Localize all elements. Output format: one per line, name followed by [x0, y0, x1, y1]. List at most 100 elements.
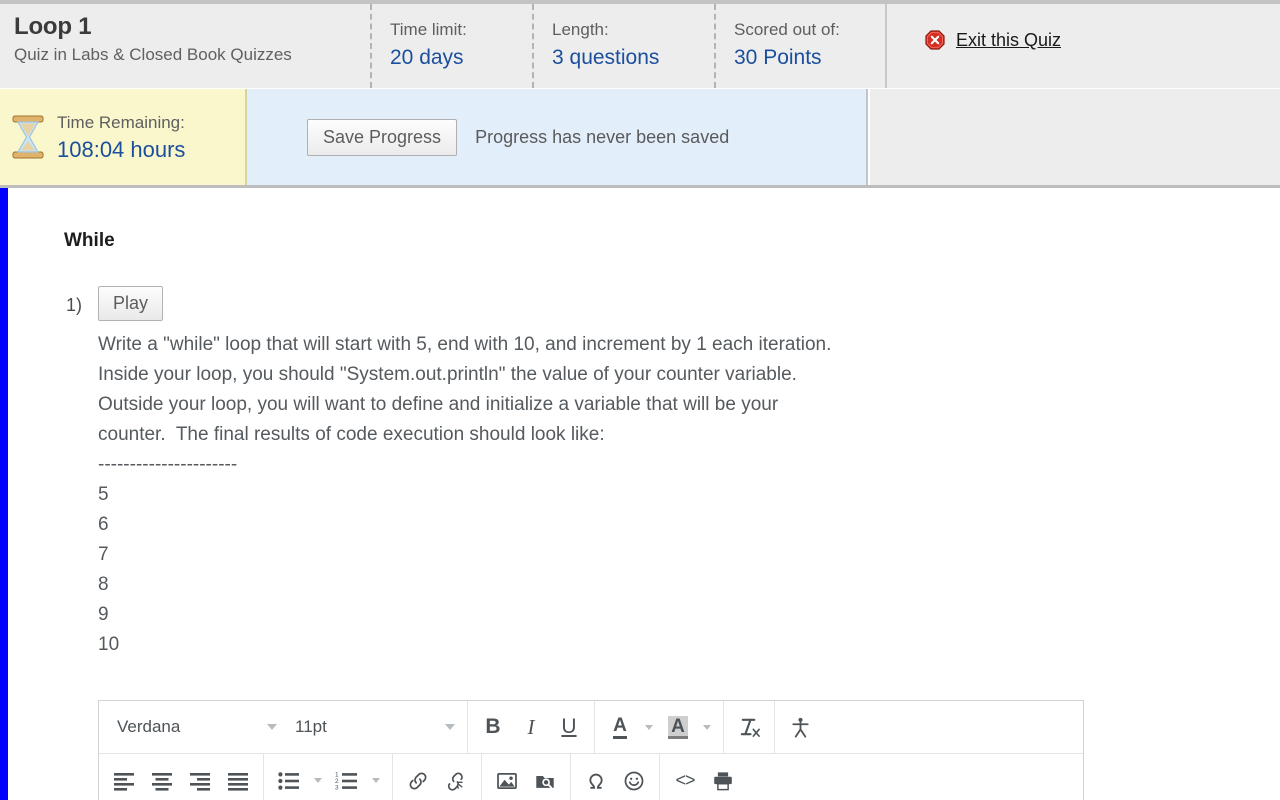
font-size-value: 11pt	[295, 717, 327, 736]
insert-link-button[interactable]	[399, 762, 437, 800]
alignment-group	[99, 754, 263, 800]
print-icon	[712, 770, 734, 792]
accessibility-group	[774, 701, 825, 753]
error-octagon-icon	[925, 30, 945, 50]
text-style-group: B I U	[467, 701, 594, 753]
italic-icon: I	[527, 715, 535, 739]
bulleted-list-button[interactable]	[270, 762, 308, 800]
stat-time-limit: Time limit: 20 days	[370, 4, 532, 88]
question-line: counter. The final results of code execu…	[98, 424, 605, 445]
insert-image-icon	[496, 770, 518, 792]
quiz-identity: Loop 1 Quiz in Labs & Closed Book Quizze…	[0, 4, 370, 88]
bulleted-list-icon	[277, 771, 301, 791]
font-family-select[interactable]: Verdana	[105, 708, 283, 746]
clear-formatting-icon	[738, 716, 761, 739]
align-justify-icon	[226, 771, 250, 791]
quiz-page: Loop 1 Quiz in Labs & Closed Book Quizze…	[0, 0, 1280, 800]
time-remaining-value: 108:04 hours	[57, 136, 186, 162]
underline-button[interactable]: U	[550, 708, 588, 746]
bulleted-list-dropdown[interactable]	[308, 762, 328, 800]
source-code-icon: <>	[675, 770, 695, 790]
highlight-color-button[interactable]: A	[659, 708, 697, 746]
header-filler	[870, 89, 1280, 185]
insert-link-icon	[407, 770, 429, 792]
align-justify-button[interactable]	[219, 762, 257, 800]
stat-length-label: Length:	[552, 20, 609, 39]
expected-output-line: 5	[98, 484, 109, 505]
tools-group: <>	[659, 754, 748, 800]
progress-status-text: Progress has never been saved	[475, 127, 730, 147]
stat-scored-out-of: Scored out of: 30 Points	[714, 4, 885, 88]
expected-output-line: 9	[98, 604, 109, 625]
svg-text:3: 3	[335, 784, 339, 790]
stat-time-limit-label: Time limit:	[390, 20, 467, 39]
font-size-select[interactable]: 11pt	[283, 708, 461, 746]
question-number: 1)	[66, 295, 83, 315]
insert-image-button[interactable]	[488, 762, 526, 800]
question-line: Inside your loop, you should "System.out…	[98, 364, 797, 385]
left-accent-bar	[0, 188, 8, 800]
quiz-context-subtitle: Quiz in Labs & Closed Book Quizzes	[14, 45, 292, 64]
insert-group	[570, 754, 659, 800]
clear-formatting-button[interactable]	[730, 708, 768, 746]
exit-quiz-cell: Exit this Quiz	[885, 4, 1280, 88]
time-remaining-label: Time Remaining:	[57, 112, 185, 132]
accessibility-checker-button[interactable]	[781, 708, 819, 746]
question-line: Write a "while" loop that will start wit…	[98, 334, 832, 355]
media-group	[481, 754, 570, 800]
highlight-color-dropdown[interactable]	[697, 708, 717, 746]
numbered-list-dropdown[interactable]	[366, 762, 386, 800]
italic-button[interactable]: I	[512, 708, 550, 746]
special-character-icon	[585, 770, 607, 792]
expected-output-line: 7	[98, 544, 109, 565]
chevron-down-icon	[445, 724, 455, 730]
question-group-title: While	[64, 230, 115, 251]
numbered-list-icon: 1 2 3	[335, 771, 359, 791]
font-group: Verdana 11pt	[99, 701, 467, 753]
chevron-down-icon	[645, 724, 653, 730]
highlight-color-icon: A	[668, 715, 688, 739]
align-left-button[interactable]	[105, 762, 143, 800]
insert-document-icon	[534, 770, 556, 792]
editor-toolbar-row-2: 1 2 3 <>	[99, 754, 1083, 800]
accessibility-person-icon	[789, 716, 812, 739]
stat-time-limit-value: 20 days	[390, 46, 464, 69]
align-right-icon	[188, 771, 212, 791]
bold-button[interactable]: B	[474, 708, 512, 746]
remove-link-button[interactable]	[437, 762, 475, 800]
text-color-icon: A	[613, 716, 627, 739]
text-color-button[interactable]: A	[601, 708, 639, 746]
align-center-icon	[150, 771, 174, 791]
stat-scored-value: 30 Points	[734, 46, 822, 69]
numbered-list-button[interactable]: 1 2 3	[328, 762, 366, 800]
align-left-icon	[112, 771, 136, 791]
source-code-button[interactable]: <>	[666, 762, 704, 800]
question-line: Outside your loop, you will want to defi…	[98, 394, 779, 415]
save-progress-box: Save Progress Progress has never been sa…	[247, 89, 868, 185]
exit-quiz-link[interactable]: Exit this Quiz	[925, 30, 1061, 50]
save-progress-button[interactable]: Save Progress	[307, 118, 458, 156]
bold-icon: B	[485, 715, 501, 738]
chevron-down-icon	[267, 724, 277, 730]
color-group: A A	[594, 701, 723, 753]
quiz-body: While 1) Play Write a "while" loop that …	[8, 188, 1280, 800]
align-center-button[interactable]	[143, 762, 181, 800]
expected-output-line: 8	[98, 574, 109, 595]
font-family-value: Verdana	[117, 717, 181, 736]
link-group	[392, 754, 481, 800]
clear-format-group	[723, 701, 774, 753]
editor-toolbar-row-1: Verdana 11pt B I U A A	[99, 701, 1083, 754]
text-color-dropdown[interactable]	[639, 708, 659, 746]
emoji-button[interactable]	[615, 762, 653, 800]
insert-document-button[interactable]	[526, 762, 564, 800]
print-button[interactable]	[704, 762, 742, 800]
align-right-button[interactable]	[181, 762, 219, 800]
emoji-smiley-icon	[623, 770, 645, 792]
stat-length-value: 3 questions	[552, 46, 660, 69]
answer-rich-text-editor: Verdana 11pt B I U A A 1 2 3 <>	[98, 700, 1084, 800]
remove-link-icon	[445, 770, 467, 792]
page-title: Loop 1	[14, 13, 92, 40]
special-character-button[interactable]	[577, 762, 615, 800]
play-button[interactable]: Play	[98, 286, 164, 321]
question-text: Write a "while" loop that will start wit…	[98, 330, 1078, 660]
